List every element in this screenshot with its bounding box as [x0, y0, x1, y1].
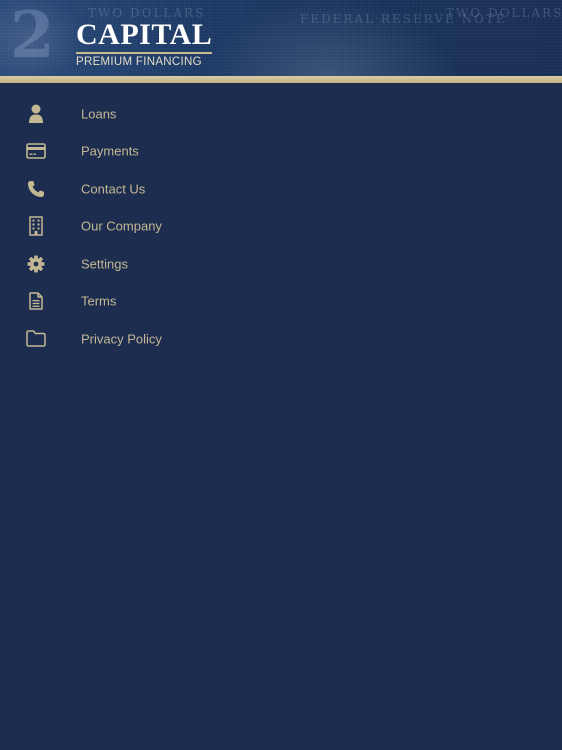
menu-item-our-company[interactable]: Our Company	[0, 208, 562, 246]
company-logo: CAPITAL PREMIUM FINANCING	[76, 20, 213, 68]
navigation-menu: Loans Payments Contact Us Our Company Se…	[0, 95, 562, 358]
menu-item-settings[interactable]: Settings	[0, 245, 562, 283]
menu-item-privacy-policy[interactable]: Privacy Policy	[0, 320, 562, 358]
logo-title: CAPITAL	[76, 20, 213, 54]
menu-label-settings: Settings	[81, 256, 128, 272]
menu-item-terms[interactable]: Terms	[0, 283, 562, 321]
building-icon	[24, 214, 48, 238]
menu-label-loans: Loans	[81, 106, 117, 122]
logo-subtitle: PREMIUM FINANCING	[76, 56, 202, 68]
header-banner: 2 TWO DOLLARS FEDERAL RESERVE NOTE TWO D…	[0, 0, 562, 76]
menu-label-terms: Terms	[81, 293, 117, 309]
gear-icon	[24, 252, 48, 276]
menu-item-contact-us[interactable]: Contact Us	[0, 170, 562, 208]
header-divider	[0, 76, 562, 83]
menu-label-our-company: Our Company	[81, 218, 162, 234]
phone-icon	[24, 177, 48, 201]
person-icon	[24, 102, 48, 126]
banknote-numeral: 2	[10, 0, 55, 73]
menu-label-privacy-policy: Privacy Policy	[81, 331, 162, 347]
menu-item-loans[interactable]: Loans	[0, 95, 562, 133]
menu-label-payments: Payments	[81, 143, 139, 159]
menu-label-contact-us: Contact Us	[81, 181, 146, 197]
folder-icon	[24, 327, 48, 351]
app-root: 2 TWO DOLLARS FEDERAL RESERVE NOTE TWO D…	[0, 0, 562, 750]
menu-item-payments[interactable]: Payments	[0, 133, 562, 171]
credit-card-icon	[24, 139, 48, 163]
banknote-text-right: TWO DOLLARS	[446, 6, 562, 20]
document-icon	[24, 289, 48, 313]
